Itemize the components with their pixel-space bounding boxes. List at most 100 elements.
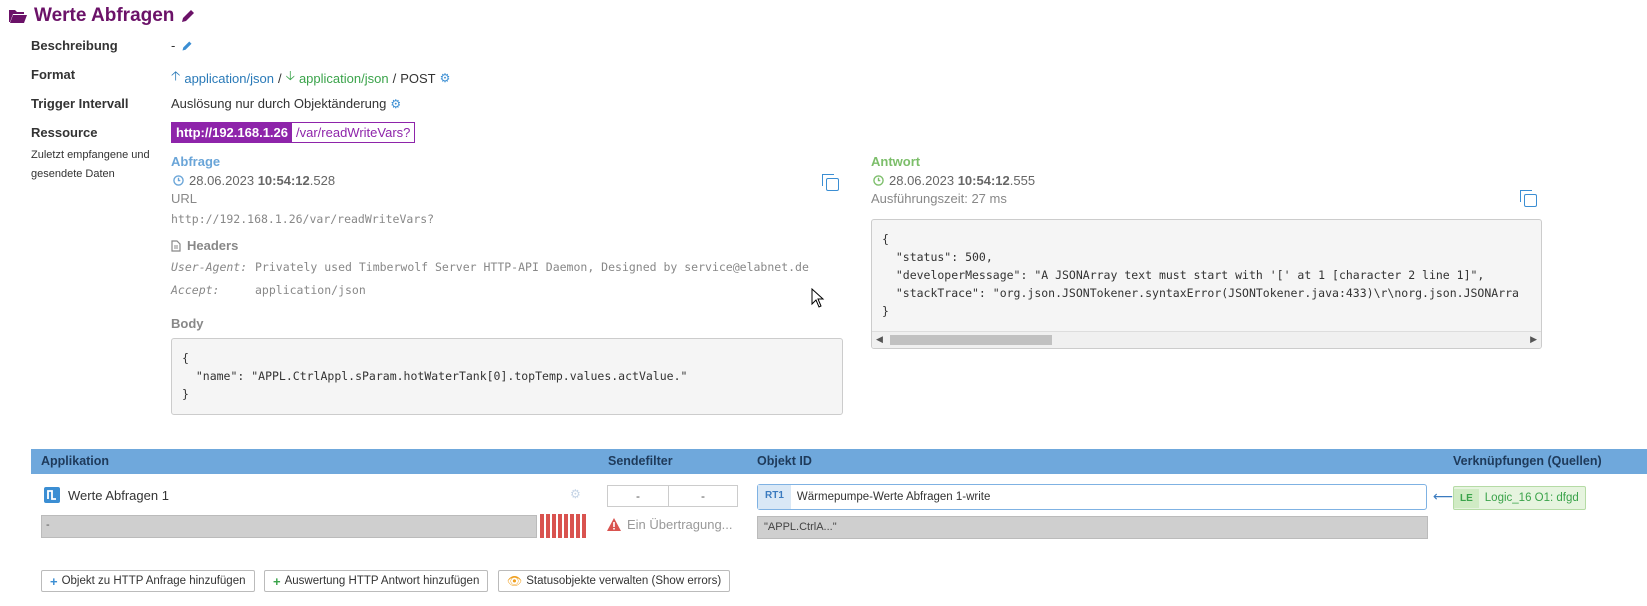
format-sep2: / — [392, 70, 397, 86]
col-links: Verknüpfungen (Quellen) — [1453, 454, 1602, 468]
status-bar — [552, 514, 556, 538]
add-response-label: Auswertung HTTP Antwort hinzufügen — [284, 575, 480, 587]
response-heading: Antwort — [871, 154, 921, 169]
warning-row: Ein Übertragung... — [607, 517, 733, 532]
response-body-code: { "status": 500, "developerMessage": "A … — [882, 232, 1519, 318]
response-body-box: { "status": 500, "developerMessage": "A … — [871, 219, 1542, 349]
resource-host: http://192.168.1.26 — [172, 123, 292, 142]
plus-icon: + — [273, 573, 281, 589]
trigger-gear-icon[interactable]: ⚙ — [390, 97, 401, 111]
col-send-filter: Sendefilter — [608, 454, 673, 468]
object-id-field[interactable]: RT1 Wärmepumpe-Werte Abfragen 1-write — [757, 484, 1427, 510]
arrow-left-icon: ⟵ — [1433, 488, 1454, 504]
description-label: Beschreibung — [31, 38, 118, 53]
plus-icon: + — [50, 573, 58, 589]
trigger-label: Trigger Intervall — [31, 96, 129, 111]
request-date: 28.06.2023 — [189, 173, 255, 188]
app-name: Werte Abfragen 1 — [68, 487, 169, 503]
col-object-id: Objekt ID — [757, 454, 812, 468]
request-url-value: http://192.168.1.26/var/readWriteVars? — [171, 212, 435, 226]
add-request-object-button[interactable]: + Objekt zu HTTP Anfrage hinzufügen — [41, 570, 255, 592]
object-badge: RT1 — [758, 485, 791, 509]
trigger-value: Auslösung nur durch Objektänderung ⚙ — [171, 96, 401, 111]
clock-icon — [173, 175, 184, 186]
application-icon — [44, 487, 60, 503]
format-method: POST — [400, 70, 436, 86]
format-value: 🡡 application/json / 🡣 application/json … — [171, 67, 450, 89]
format-gear-icon[interactable]: ⚙ — [440, 71, 451, 85]
app-cell[interactable]: Werte Abfragen 1 — [44, 487, 169, 503]
request-time: 10:54:12 — [257, 173, 310, 188]
resource-url[interactable]: http://192.168.1.26 /var/readWriteVars? — [171, 122, 416, 143]
eye-icon: 👁 — [507, 574, 523, 588]
response-ms: .555 — [1009, 173, 1036, 188]
description-text: - — [171, 38, 176, 53]
request-body-box: { "name": "APPL.CtrlAppl.sParam.hotWater… — [171, 338, 843, 415]
status-bar — [564, 514, 568, 538]
warning-icon — [607, 518, 621, 531]
header1-value: Privately used Timberwolf Server HTTP-AP… — [255, 260, 809, 274]
object-value-bar: "APPL.CtrlA..." — [757, 516, 1428, 539]
request-body-code: { "name": "APPL.CtrlAppl.sParam.hotWater… — [182, 351, 688, 401]
clock-icon — [873, 175, 884, 186]
link-name: Logic_16 O1: dfgd — [1484, 492, 1579, 504]
link-badge: LE — [1454, 488, 1479, 508]
request-headers: Headers — [171, 238, 238, 253]
horizontal-scrollbar[interactable]: ◀ ▶ — [872, 331, 1541, 348]
response-time: 10:54:12 — [957, 173, 1010, 188]
warning-text: Ein Übertragung... — [627, 517, 733, 532]
resource-label: Ressource — [31, 125, 98, 140]
copy-request-icon[interactable] — [822, 174, 839, 191]
status-bar — [540, 514, 544, 538]
app-value-bar: - — [41, 515, 537, 538]
scroll-right-icon[interactable]: ▶ — [1530, 334, 1537, 345]
status-label: Statusobjekte verwalten (Show errors) — [526, 575, 722, 587]
scrollbar-thumb[interactable] — [890, 335, 1052, 345]
table-header: Applikation Sendefilter Objekt ID Verknü… — [31, 449, 1647, 474]
manage-status-objects-button[interactable]: 👁 Statusobjekte verwalten (Show errors) — [498, 570, 731, 592]
format-sep1: / — [277, 70, 282, 86]
status-bar — [558, 514, 562, 538]
arrow-up-icon: 🡡 — [171, 68, 181, 83]
response-exec-time: Ausführungszeit: 27 ms — [871, 191, 1007, 206]
object-name: Wärmepumpe-Werte Abfragen 1-write — [796, 491, 991, 503]
filter-min-input[interactable]: - — [607, 485, 669, 507]
page-title: Werte Abfragen — [34, 5, 175, 26]
request-heading: Abfrage — [171, 154, 221, 169]
filter-max-input[interactable]: - — [669, 485, 738, 507]
copy-response-icon[interactable] — [1520, 190, 1537, 207]
response-date: 28.06.2023 — [889, 173, 955, 188]
page-header: Werte Abfragen — [8, 5, 196, 27]
add-response-evaluation-button[interactable]: + Auswertung HTTP Antwort hinzufügen — [264, 570, 489, 592]
header1-key: User-Agent: — [171, 260, 248, 274]
request-ms: .528 — [309, 173, 336, 188]
format-out[interactable]: application/json — [299, 71, 389, 86]
col-application: Applikation — [41, 454, 110, 468]
response-timestamp: 28.06.2023 10:54:12.555 — [873, 173, 1035, 188]
pencil-icon[interactable] — [180, 8, 196, 24]
description-value: - — [171, 38, 193, 53]
status-bar — [576, 514, 580, 538]
scroll-left-icon[interactable]: ◀ — [876, 334, 883, 345]
mouse-cursor-icon — [811, 288, 825, 308]
status-bar — [546, 514, 550, 538]
request-url-label: URL — [171, 191, 198, 206]
link-chip[interactable]: LE Logic_16 O1: dfgd — [1453, 486, 1586, 510]
request-body-label: Body — [171, 316, 204, 331]
edit-pencil-icon[interactable] — [181, 40, 193, 52]
request-headers-label: Headers — [187, 238, 239, 253]
file-icon — [171, 239, 181, 252]
app-gear-icon[interactable]: ⚙ — [570, 487, 581, 501]
format-in[interactable]: application/json — [184, 71, 274, 86]
request-timestamp: 28.06.2023 10:54:12.528 — [173, 173, 335, 188]
add-request-label: Objekt zu HTTP Anfrage hinzufügen — [61, 575, 246, 587]
status-bar — [570, 514, 574, 538]
arrow-down-icon: 🡣 — [285, 68, 295, 83]
status-bar — [582, 514, 586, 538]
format-label: Format — [31, 67, 76, 82]
resource-path: /var/readWriteVars? — [292, 123, 415, 142]
status-bars — [540, 514, 586, 538]
trigger-text: Auslösung nur durch Objektänderung — [171, 96, 387, 111]
folder-open-icon — [9, 10, 27, 23]
resource-hint: Zuletzt empfangene und gesendete Daten — [31, 149, 150, 180]
